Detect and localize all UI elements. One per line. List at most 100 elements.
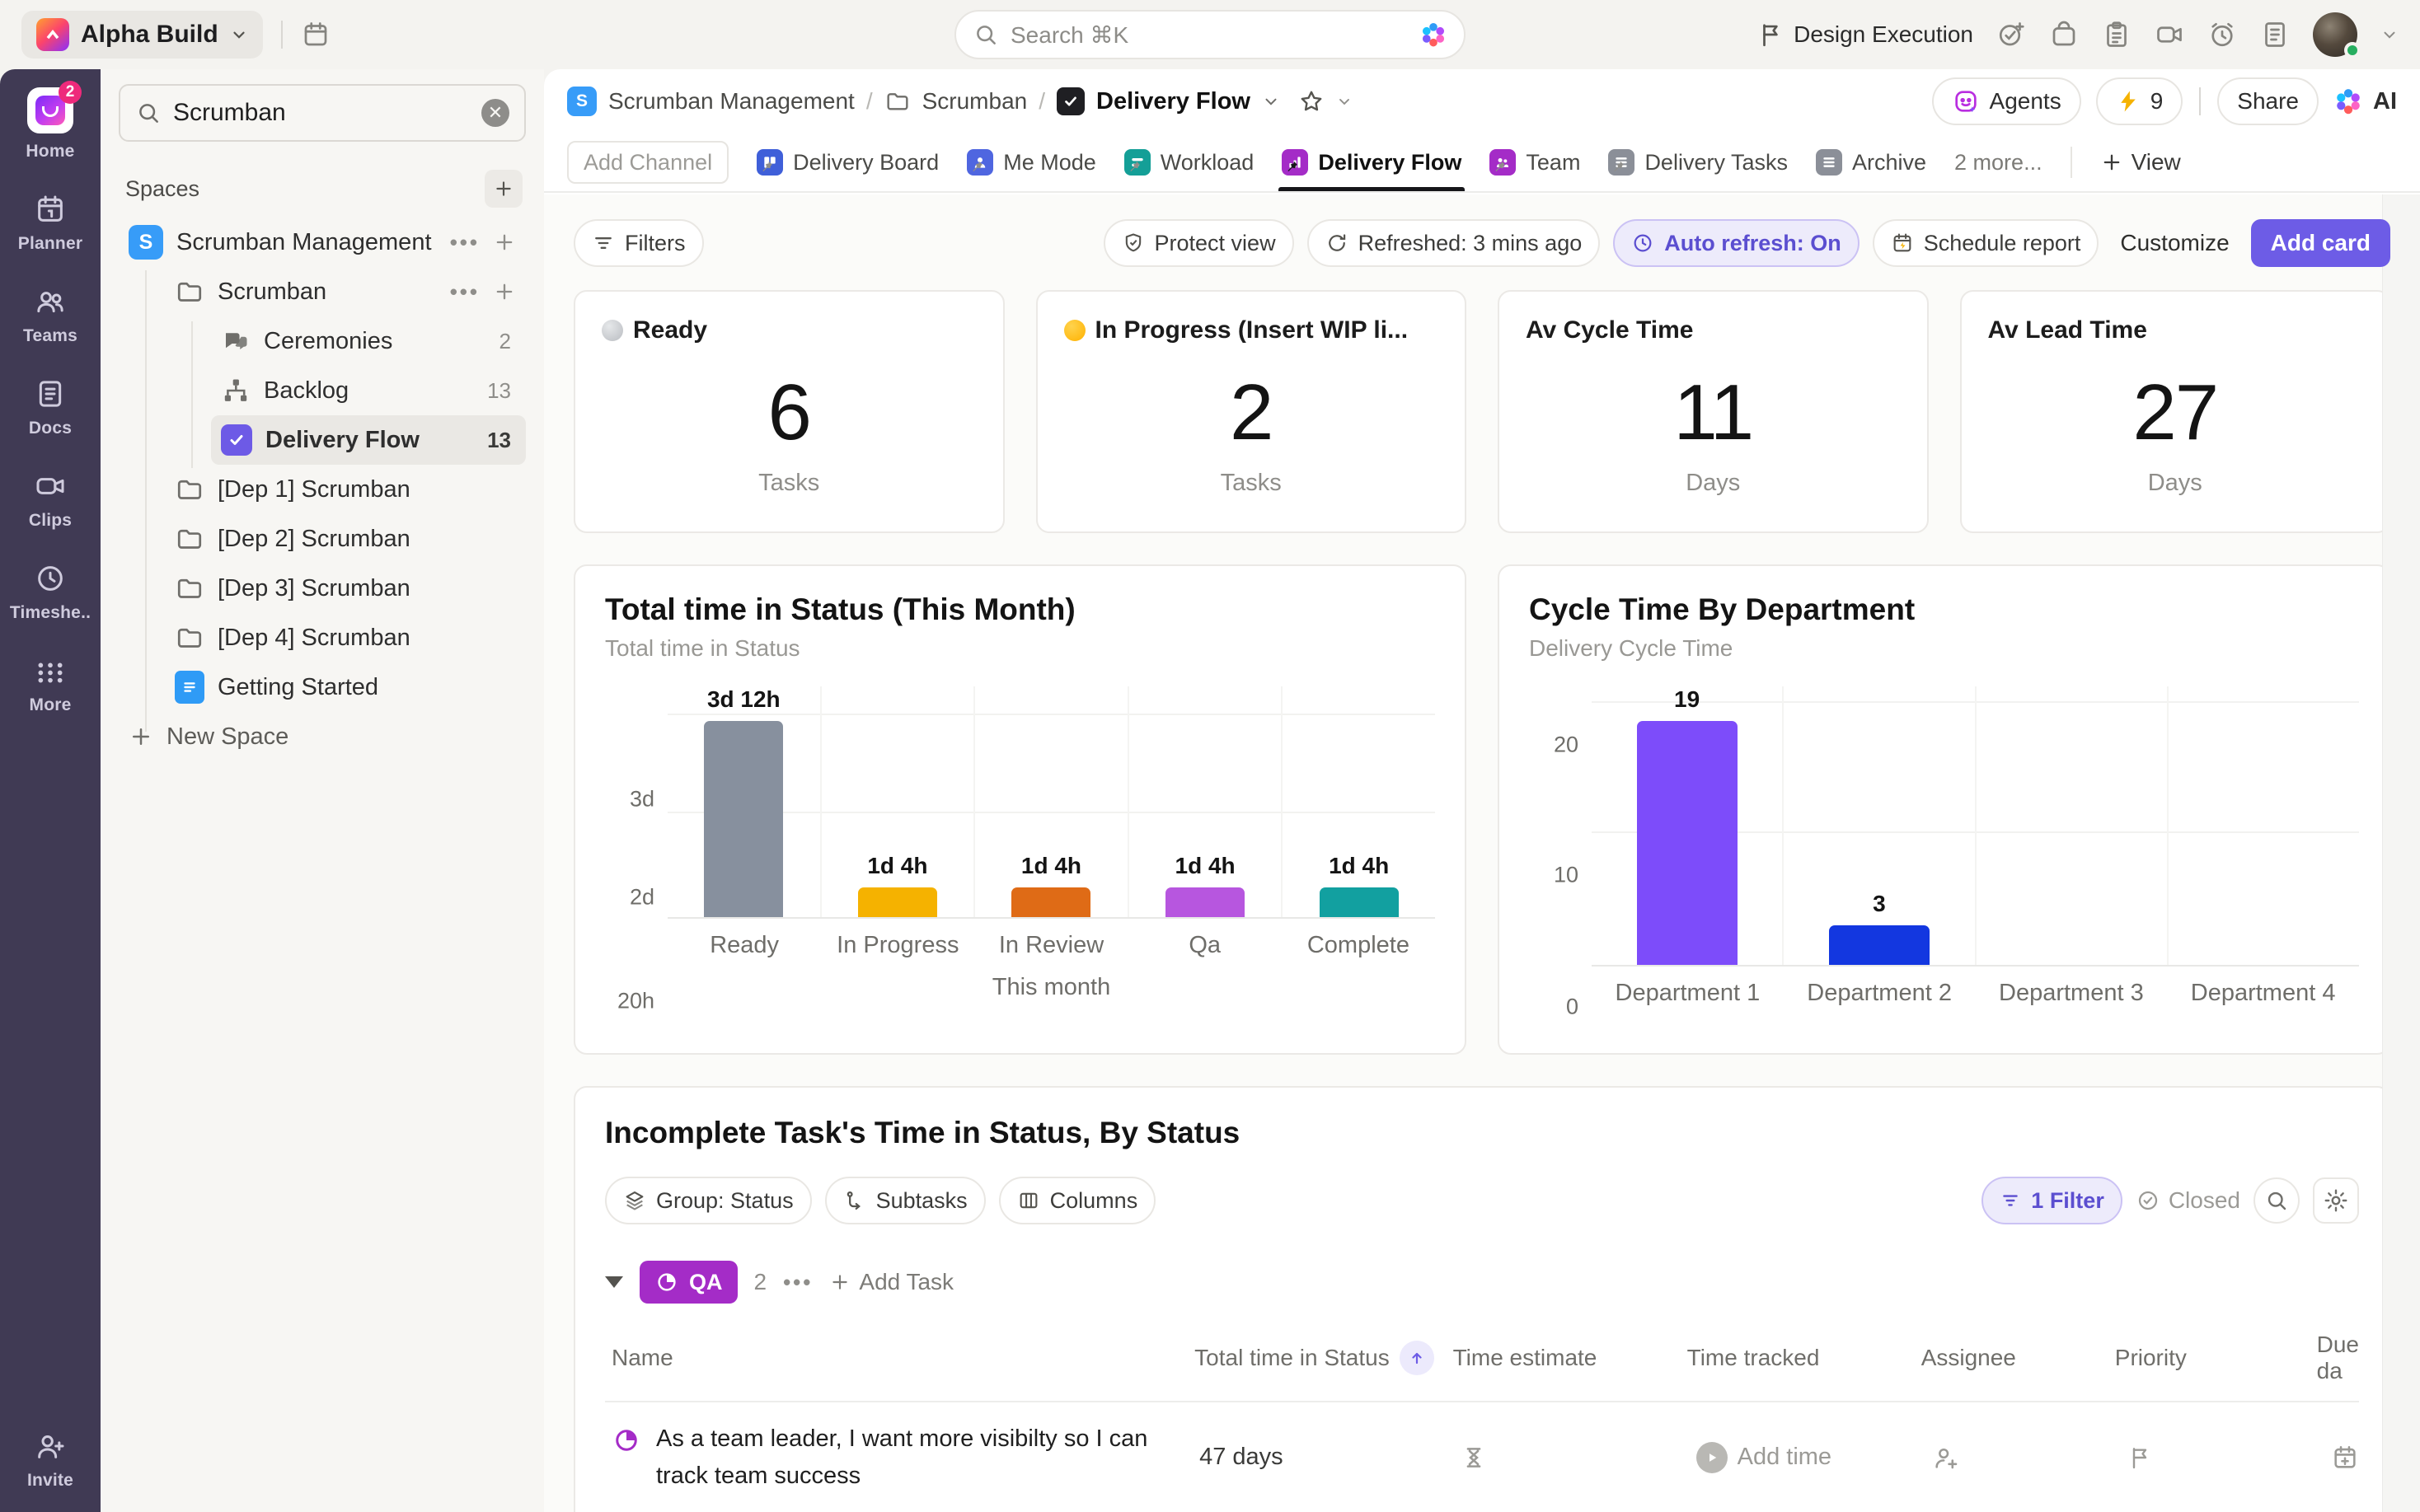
- tracking-status[interactable]: Design Execution: [1757, 21, 1973, 49]
- refreshed-status[interactable]: Refreshed: 3 mins ago: [1307, 219, 1601, 267]
- customize-button[interactable]: Customize: [2112, 230, 2237, 256]
- bar-ready[interactable]: [704, 721, 783, 917]
- bar-department-1[interactable]: [1637, 721, 1738, 965]
- table-settings-button[interactable]: [2313, 1177, 2359, 1224]
- tab-delivery-flow[interactable]: Delivery Flow: [1282, 133, 1461, 191]
- sidebar-item-space[interactable]: S Scrumban Management •••: [119, 218, 526, 267]
- workspace-switcher[interactable]: Alpha Build: [21, 11, 263, 59]
- auto-refresh-toggle[interactable]: Auto refresh: On: [1613, 219, 1860, 267]
- column-time-tracked[interactable]: Time tracked: [1687, 1345, 1921, 1371]
- breadcrumb-folder[interactable]: Scrumban: [922, 88, 1028, 115]
- share-button[interactable]: Share: [2217, 77, 2319, 125]
- record-clip-icon[interactable]: [2155, 20, 2184, 49]
- tab-team[interactable]: Team: [1489, 133, 1580, 191]
- column-assignee[interactable]: Assignee: [1921, 1345, 2115, 1371]
- breadcrumb-space[interactable]: Scrumban Management: [608, 88, 855, 115]
- rail-item-home[interactable]: 2 Home: [26, 87, 74, 161]
- rail-item-clips[interactable]: Clips: [29, 470, 72, 531]
- filters-button[interactable]: Filters: [574, 219, 704, 267]
- bar-complete[interactable]: [1320, 887, 1399, 917]
- task-time-tracked[interactable]: Add time: [1696, 1442, 1932, 1473]
- sidebar-item-ceremonies[interactable]: Ceremonies 2: [211, 316, 526, 366]
- stat-card-av-cycle-time[interactable]: Av Cycle Time 11 Days: [1498, 290, 1929, 533]
- agents-button[interactable]: Agents: [1932, 77, 2081, 125]
- avatar-chevron-down-icon[interactable]: [2380, 26, 2399, 44]
- sidebar-item-dep2[interactable]: [Dep 2] Scrumban: [165, 514, 526, 564]
- columns-button[interactable]: Columns: [999, 1177, 1156, 1224]
- stat-card-av-lead-time[interactable]: Av Lead Time 27 Days: [1960, 290, 2391, 533]
- column-total-time[interactable]: Total time in Status: [1194, 1345, 1390, 1371]
- inbox-icon[interactable]: [2049, 20, 2079, 49]
- column-priority[interactable]: Priority: [2115, 1345, 2317, 1371]
- sidebar-new-space-button[interactable]: New Space: [119, 712, 526, 761]
- protect-view-button[interactable]: Protect view: [1104, 219, 1294, 267]
- new-task-icon[interactable]: [1996, 20, 2026, 49]
- clear-search-icon[interactable]: ✕: [481, 99, 509, 127]
- sidebar-item-backlog[interactable]: Backlog 13: [211, 366, 526, 415]
- sidebar-search-input[interactable]: Scrumban ✕: [119, 84, 526, 142]
- tab-me-mode[interactable]: Me Mode: [967, 133, 1096, 191]
- column-time-estimate[interactable]: Time estimate: [1453, 1345, 1687, 1371]
- user-avatar[interactable]: [2313, 12, 2357, 57]
- rail-item-docs[interactable]: Docs: [29, 377, 72, 438]
- task-assignee[interactable]: [1932, 1444, 2127, 1472]
- rail-item-teams[interactable]: Teams: [23, 285, 77, 346]
- sidebar-item-dep4[interactable]: [Dep 4] Scrumban: [165, 613, 526, 662]
- add-space-button[interactable]: [485, 170, 523, 208]
- folder-add-icon[interactable]: [493, 280, 516, 303]
- scrollbar-gutter[interactable]: [2382, 194, 2420, 1512]
- doc-icon[interactable]: [2260, 20, 2290, 49]
- rail-item-more[interactable]: More: [30, 654, 72, 715]
- subtasks-button[interactable]: Subtasks: [825, 1177, 986, 1224]
- star-icon[interactable]: [1298, 88, 1325, 115]
- add-channel-button[interactable]: Add Channel: [567, 141, 729, 184]
- rail-item-timesheets[interactable]: Timeshe..: [10, 562, 91, 623]
- notepad-icon[interactable]: [2102, 20, 2132, 49]
- reminder-icon[interactable]: [2207, 20, 2237, 49]
- sidebar-item-dep1[interactable]: [Dep 1] Scrumban: [165, 465, 526, 514]
- tab-archive[interactable]: Archive: [1816, 133, 1926, 191]
- task-time-estimate[interactable]: [1460, 1444, 1695, 1472]
- ai-button[interactable]: AI: [2333, 87, 2397, 116]
- rail-item-planner[interactable]: Planner: [18, 193, 82, 254]
- tab-delivery-board[interactable]: Delivery Board: [757, 133, 939, 191]
- space-add-icon[interactable]: [493, 231, 516, 254]
- more-tabs-button[interactable]: 2 more...: [1954, 150, 2042, 176]
- group-menu-icon[interactable]: •••: [783, 1270, 813, 1295]
- chevron-down-icon[interactable]: [1336, 93, 1353, 110]
- stat-card-in-progress[interactable]: In Progress (Insert WIP li... 2 Tasks: [1036, 290, 1467, 533]
- ai-flower-icon[interactable]: [1419, 21, 1447, 49]
- task-row[interactable]: As a team leader, I want more visibilty …: [605, 1401, 2359, 1512]
- bar-department-2[interactable]: [1829, 925, 1930, 965]
- folder-menu-icon[interactable]: •••: [450, 279, 480, 305]
- task-priority[interactable]: [2127, 1444, 2331, 1471]
- schedule-report-button[interactable]: Schedule report: [1873, 219, 2099, 267]
- rail-item-invite[interactable]: Invite: [27, 1430, 73, 1491]
- global-search[interactable]: Search ⌘K: [954, 10, 1466, 59]
- breadcrumb-current[interactable]: Delivery Flow: [1096, 88, 1250, 115]
- task-status-icon[interactable]: [612, 1425, 641, 1455]
- chart-card-cycle-time[interactable]: Cycle Time By Department Delivery Cycle …: [1498, 564, 2390, 1055]
- sidebar-item-folder-scrumban[interactable]: Scrumban •••: [165, 267, 526, 316]
- task-name[interactable]: As a team leader, I want more visibilty …: [656, 1421, 1167, 1495]
- tab-workload[interactable]: Workload: [1124, 133, 1255, 191]
- add-task-button[interactable]: Add Task: [829, 1269, 954, 1295]
- status-badge-qa[interactable]: QA: [640, 1261, 738, 1304]
- stat-card-ready[interactable]: Ready 6 Tasks: [574, 290, 1005, 533]
- column-name[interactable]: Name: [612, 1345, 673, 1371]
- add-card-button[interactable]: Add card: [2251, 219, 2390, 267]
- sort-ascending-icon[interactable]: [1400, 1341, 1434, 1375]
- group-by-button[interactable]: Group: Status: [605, 1177, 812, 1224]
- closed-toggle[interactable]: Closed: [2136, 1187, 2240, 1214]
- bar-in-review[interactable]: [1011, 887, 1090, 917]
- chart-card-time-in-status[interactable]: Total time in Status (This Month) Total …: [574, 564, 1466, 1055]
- sidebar-item-getting-started[interactable]: Getting Started: [165, 662, 526, 712]
- bar-in-progress[interactable]: [858, 887, 937, 917]
- collapse-caret-icon[interactable]: [605, 1276, 623, 1288]
- sidebar-item-dep3[interactable]: [Dep 3] Scrumban: [165, 564, 526, 613]
- task-due-date[interactable]: [2331, 1444, 2359, 1472]
- sidebar-item-delivery-flow[interactable]: Delivery Flow 13: [211, 415, 526, 465]
- active-filter-button[interactable]: 1 Filter: [1981, 1177, 2122, 1224]
- boost-counter[interactable]: 9: [2096, 77, 2183, 125]
- space-menu-icon[interactable]: •••: [450, 230, 480, 255]
